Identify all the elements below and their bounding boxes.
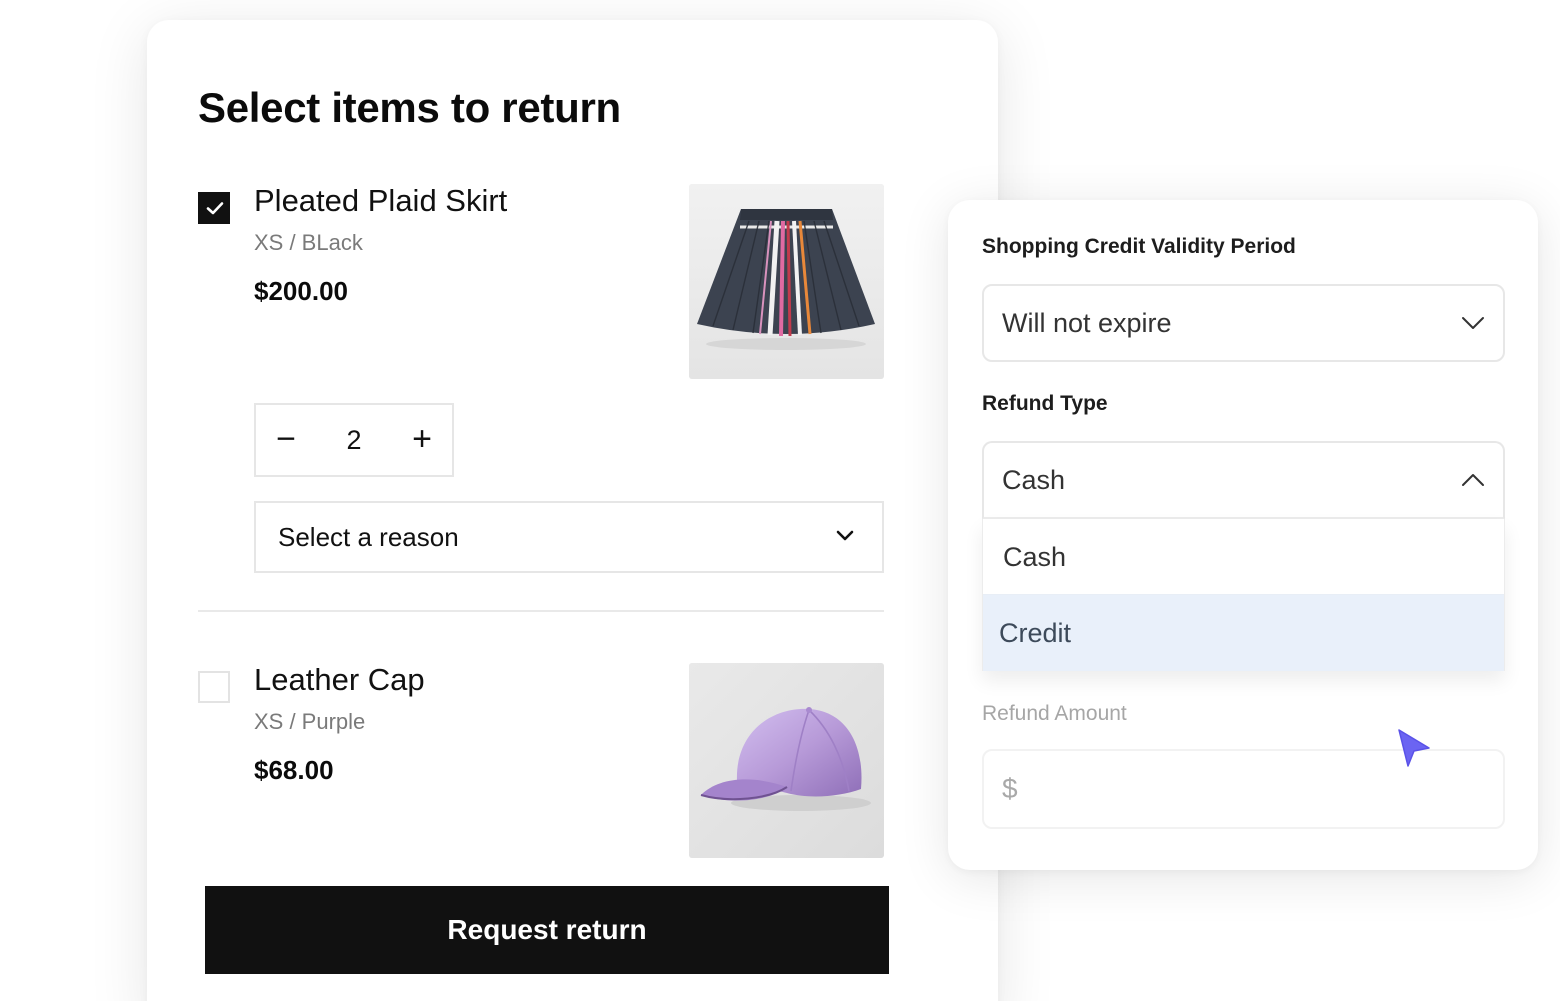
request-return-button[interactable]: Request return <box>205 886 889 974</box>
refund-type-label: Refund Type <box>982 392 1108 415</box>
cap-product-image <box>689 663 884 858</box>
item-price: $68.00 <box>254 755 334 785</box>
refund-amount-label: Refund Amount <box>982 702 1127 725</box>
refund-type-option-credit[interactable]: Credit <box>983 595 1504 671</box>
refund-type-option-cash[interactable]: Cash <box>983 519 1504 595</box>
return-reason-placeholder: Select a reason <box>278 522 459 552</box>
validity-period-label: Shopping Credit Validity Period <box>982 235 1296 258</box>
chevron-down-icon <box>1462 317 1484 329</box>
page-title: Select items to return <box>198 84 621 131</box>
decrease-quantity-button[interactable]: − <box>256 405 316 475</box>
chevron-up-icon <box>1462 474 1484 486</box>
item-price: $200.00 <box>254 276 348 306</box>
return-items-card: Select items to return Pleated Plaid Ski… <box>147 20 998 1001</box>
skirt-product-image <box>689 184 884 379</box>
item-variant: XS / Purple <box>254 709 366 734</box>
item-checkbox-skirt[interactable] <box>198 192 230 224</box>
refund-type-dropdown: Cash Credit <box>982 519 1505 671</box>
refund-type-value: Cash <box>1002 465 1066 495</box>
increase-quantity-button[interactable]: + <box>392 405 452 475</box>
item-name: Leather Cap <box>254 662 425 697</box>
refund-type-select[interactable]: Cash <box>982 441 1505 519</box>
check-icon <box>206 202 224 215</box>
validity-period-select[interactable]: Will not expire <box>982 284 1505 362</box>
pointer-cursor-icon <box>1398 729 1430 767</box>
refund-settings-panel: Shopping Credit Validity Period Will not… <box>948 200 1538 870</box>
chevron-down-icon <box>836 530 854 541</box>
currency-prefix: $ <box>1002 773 1018 804</box>
validity-period-value: Will not expire <box>1002 308 1172 338</box>
item-checkbox-cap[interactable] <box>198 671 230 703</box>
stage: Select items to return Pleated Plaid Ski… <box>0 0 1560 1001</box>
quantity-stepper: − 2 + <box>254 403 454 477</box>
return-reason-select[interactable]: Select a reason <box>254 501 884 573</box>
quantity-value[interactable]: 2 <box>316 405 392 475</box>
item-variant: XS / BLack <box>254 230 363 255</box>
divider <box>198 610 884 612</box>
item-name: Pleated Plaid Skirt <box>254 183 508 218</box>
